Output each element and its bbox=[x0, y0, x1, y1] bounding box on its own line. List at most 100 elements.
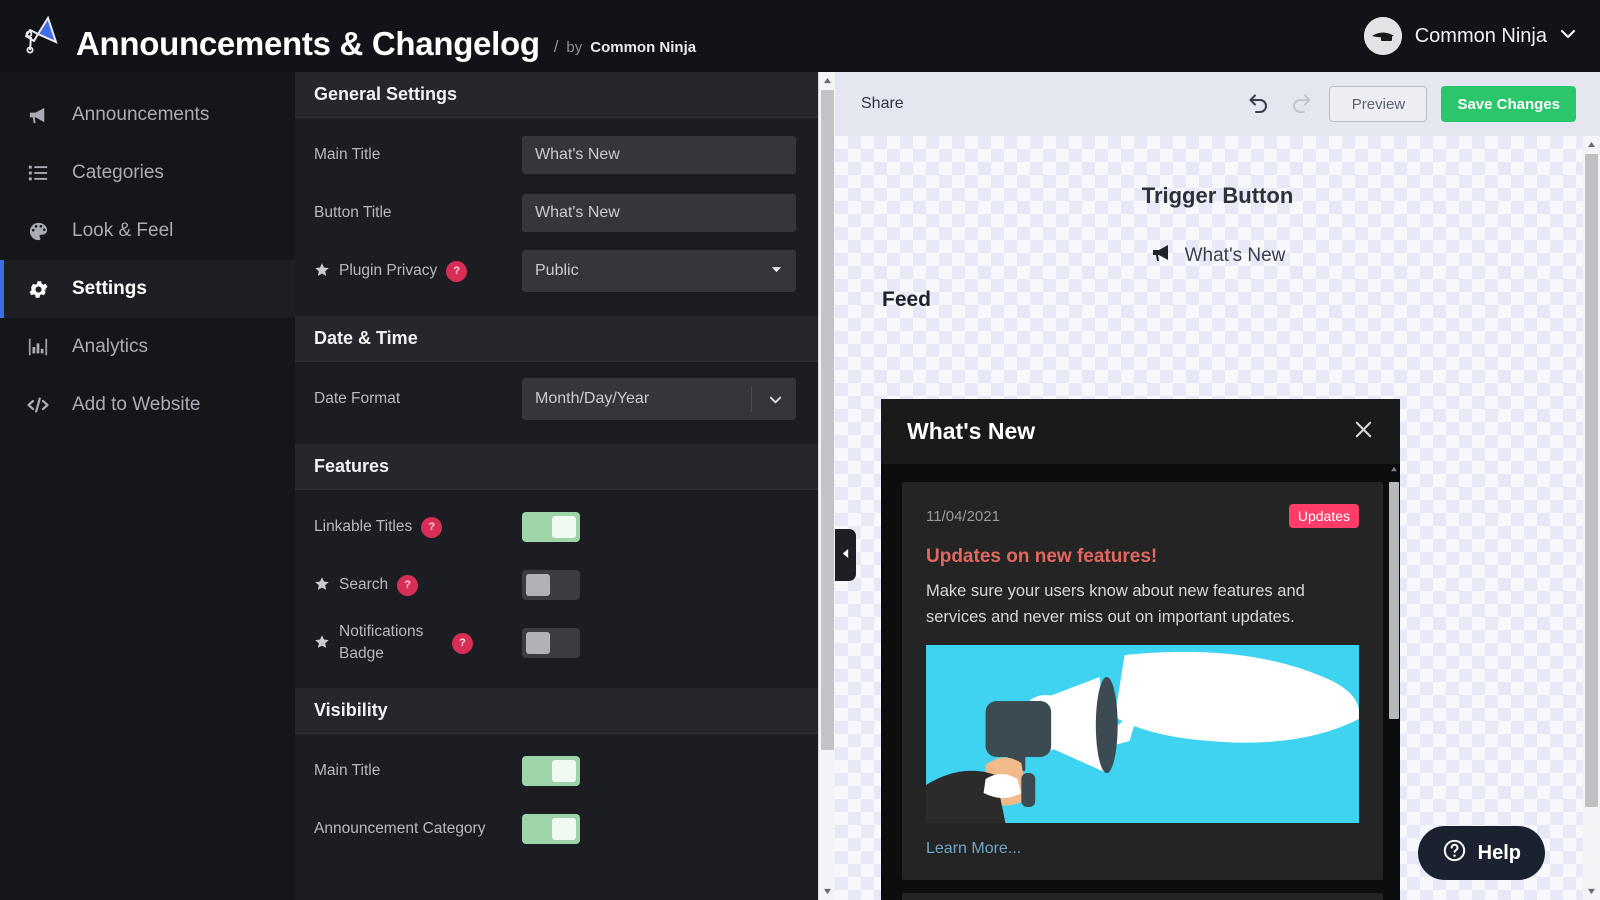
question-circle-icon bbox=[1442, 838, 1467, 868]
section-body-general-settings: Main Title Button Title Plugin Privacy ? bbox=[295, 118, 818, 316]
page-title: Announcements & Changelog bbox=[76, 25, 540, 62]
preview-scrollbar[interactable] bbox=[1583, 136, 1600, 900]
sidebar-item-label: Settings bbox=[72, 278, 147, 299]
button-title-input[interactable] bbox=[522, 194, 796, 232]
help-icon[interactable]: ? bbox=[452, 632, 473, 654]
brand-separator: / bbox=[553, 37, 559, 56]
scroll-up-arrow-icon[interactable] bbox=[1388, 466, 1400, 474]
announcement-card[interactable]: 11/04/2021 Updates Updates on new featur… bbox=[902, 482, 1383, 881]
scroll-up-arrow-icon[interactable] bbox=[819, 72, 836, 89]
section-body-date-time: Date Format Month/Day/Year bbox=[295, 362, 818, 444]
megaphone-icon bbox=[24, 104, 52, 127]
section-header-visibility: Visibility bbox=[295, 688, 818, 734]
help-icon[interactable]: ? bbox=[421, 516, 443, 538]
toggle-knob bbox=[552, 760, 576, 782]
section-header-date-time: Date & Time bbox=[295, 316, 818, 362]
field-label: Search bbox=[339, 575, 389, 593]
main-title-input[interactable] bbox=[522, 136, 796, 174]
sidebar-item-settings[interactable]: Settings bbox=[0, 260, 295, 318]
toggle-knob bbox=[552, 516, 576, 538]
sidebar-item-look-and-feel[interactable]: Look & Feel bbox=[0, 202, 295, 260]
field-label: Main Title bbox=[314, 145, 381, 163]
section-header-general-settings: General Settings bbox=[295, 72, 818, 118]
plugin-privacy-select[interactable]: Public bbox=[522, 250, 796, 292]
field-label: Announcement Category bbox=[314, 819, 486, 837]
scroll-up-arrow-icon[interactable] bbox=[1583, 136, 1600, 153]
widget-feed-scrollbar[interactable] bbox=[1388, 466, 1400, 900]
top-bar: Announcements & Changelog / by Common Ni… bbox=[0, 0, 1600, 72]
trigger-button[interactable]: What's New bbox=[835, 241, 1600, 270]
help-icon[interactable]: ? bbox=[397, 574, 419, 596]
sidebar-item-categories[interactable]: Categories bbox=[0, 144, 295, 202]
palette-icon bbox=[24, 220, 52, 243]
field-date-format: Date Format Month/Day/Year bbox=[295, 370, 818, 428]
field-label-wrap: Plugin Privacy ? bbox=[314, 260, 522, 282]
user-menu[interactable]: Common Ninja bbox=[1363, 17, 1600, 55]
avatar bbox=[1363, 17, 1402, 55]
undo-icon[interactable] bbox=[1245, 90, 1273, 118]
section-header-features: Features bbox=[295, 444, 818, 490]
field-label-wrap: Search ? bbox=[314, 574, 522, 596]
field-label: Notifications Badge bbox=[339, 622, 424, 662]
scrollbar-thumb[interactable] bbox=[821, 90, 834, 750]
date-format-value: Month/Day/Year bbox=[535, 390, 650, 407]
sidebar-item-analytics[interactable]: Analytics bbox=[0, 318, 295, 376]
panel-collapse-toggle[interactable] bbox=[835, 529, 856, 581]
feed-section-title: Feed bbox=[882, 288, 932, 311]
learn-more-link[interactable]: Learn More... bbox=[926, 840, 1359, 858]
field-label: Button Title bbox=[314, 203, 392, 221]
star-icon bbox=[314, 262, 330, 281]
scrollbar-thumb[interactable] bbox=[1585, 154, 1598, 807]
widget-feed: 11/04/2021 Updates Updates on new featur… bbox=[881, 464, 1400, 900]
sidebar-item-label: Analytics bbox=[72, 336, 149, 357]
help-button[interactable]: Help bbox=[1417, 826, 1545, 880]
field-visibility-main-title: Main Title bbox=[295, 742, 818, 800]
sidebar-item-add-to-website[interactable]: Add to Website bbox=[0, 376, 295, 434]
announcement-title[interactable]: Updates on new features! bbox=[926, 546, 1359, 568]
close-icon[interactable] bbox=[1352, 418, 1375, 446]
section-body-features: Linkable Titles ? Search ? Notifications… bbox=[295, 490, 818, 688]
section-body-visibility: Main Title Announcement Category bbox=[295, 734, 818, 874]
announcement-date: 11/04/2021 bbox=[926, 507, 1000, 525]
linkable-titles-toggle[interactable] bbox=[522, 512, 580, 542]
field-label: Main Title bbox=[314, 761, 381, 779]
star-icon bbox=[314, 634, 330, 653]
field-label-wrap: Notifications Badge ? bbox=[314, 621, 522, 666]
scrollbar-thumb[interactable] bbox=[1389, 482, 1399, 719]
preview-button[interactable]: Preview bbox=[1329, 86, 1428, 122]
visibility-main-title-toggle[interactable] bbox=[522, 756, 580, 786]
field-label-wrap: Main Title bbox=[314, 760, 522, 782]
share-button[interactable]: Share bbox=[861, 95, 904, 113]
redo-icon[interactable] bbox=[1287, 90, 1315, 118]
scroll-down-arrow-icon[interactable] bbox=[819, 883, 836, 900]
scroll-down-arrow-icon[interactable] bbox=[1583, 883, 1600, 900]
megaphone-illustration bbox=[926, 645, 1359, 824]
date-format-select[interactable]: Month/Day/Year bbox=[522, 378, 796, 420]
notifications-badge-toggle[interactable] bbox=[522, 628, 580, 658]
preview-pane: Share Preview Save Changes Trigger Butto… bbox=[835, 72, 1600, 900]
star-icon bbox=[314, 576, 330, 595]
preview-canvas: Trigger Button What's New Feed What's Ne… bbox=[835, 136, 1600, 900]
field-label-wrap: Date Format bbox=[314, 388, 522, 410]
save-changes-button[interactable]: Save Changes bbox=[1441, 86, 1576, 122]
plugin-privacy-value: Public bbox=[535, 262, 579, 279]
help-icon[interactable]: ? bbox=[446, 260, 468, 282]
sidebar-item-announcements[interactable]: Announcements bbox=[0, 86, 295, 144]
toggle-knob bbox=[526, 574, 550, 596]
field-visibility-announcement-category: Announcement Category bbox=[295, 800, 818, 858]
code-icon bbox=[24, 393, 52, 417]
bar-chart-icon bbox=[24, 336, 52, 358]
field-label: Plugin Privacy bbox=[339, 261, 438, 279]
visibility-announcement-category-toggle[interactable] bbox=[522, 814, 580, 844]
announcement-card[interactable] bbox=[902, 893, 1383, 900]
search-toggle[interactable] bbox=[522, 570, 580, 600]
chevron-down-icon bbox=[751, 386, 783, 412]
chevron-down-icon[interactable] bbox=[1560, 26, 1576, 46]
chevron-left-icon bbox=[841, 548, 850, 562]
brand-by-name: Common Ninja bbox=[590, 39, 697, 56]
settings-panel-scrollbar[interactable] bbox=[818, 72, 835, 900]
field-label-wrap: Announcement Category bbox=[314, 818, 522, 840]
list-icon bbox=[24, 162, 52, 184]
toolbar-actions: Preview Save Changes bbox=[1245, 86, 1576, 122]
brand-by-label: by bbox=[566, 39, 583, 56]
